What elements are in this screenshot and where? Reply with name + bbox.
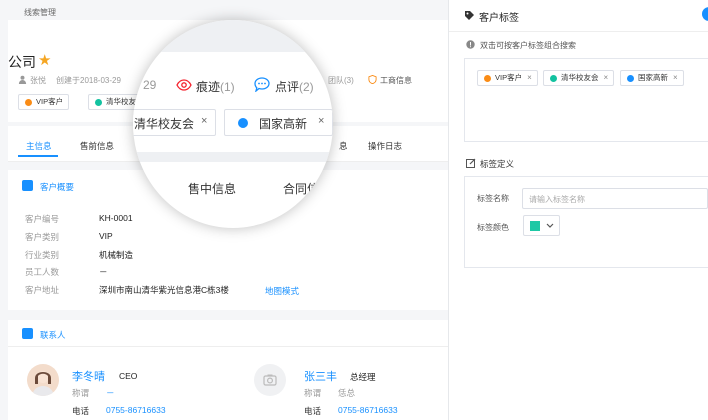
tag-icon xyxy=(465,11,474,20)
field-value: VIP xyxy=(99,231,113,241)
field-label: 称谓 xyxy=(304,388,322,398)
camera-icon xyxy=(263,374,277,386)
customer-detail-page: 线索管理 公司 ★ 张悦 创建于2018-03-29 团队(3) 工商信息 VI… xyxy=(0,0,448,420)
field-label: 客户类别 xyxy=(25,232,60,242)
overview-title: 客户概要 xyxy=(40,182,75,192)
comment-link[interactable]: 点评(2) xyxy=(275,78,314,95)
tab-main-info[interactable]: 主信息 xyxy=(26,140,52,152)
chevron-down-icon xyxy=(546,223,554,228)
close-icon[interactable]: × xyxy=(673,73,678,82)
field-label: 员工人数 xyxy=(25,267,60,277)
divider xyxy=(449,31,708,32)
close-icon[interactable]: × xyxy=(604,73,609,82)
avatar-placeholder[interactable] xyxy=(254,364,286,396)
color-swatch xyxy=(530,221,540,231)
tag-color-dot xyxy=(95,99,102,106)
contact-role: CEO xyxy=(119,371,138,381)
breadcrumb[interactable]: 线索管理 xyxy=(24,7,56,18)
field-value: － xyxy=(99,267,108,277)
color-picker[interactable] xyxy=(523,215,560,236)
hint-text: 双击可按客户标签组合搜索 xyxy=(480,41,576,50)
tag-hightech-zoomed[interactable]: 国家高新 × xyxy=(224,109,333,136)
close-icon[interactable]: × xyxy=(527,73,532,82)
star-icon[interactable]: ★ xyxy=(38,51,51,69)
field-label: 电话 xyxy=(72,406,90,416)
name-label: 标签名称 xyxy=(477,194,509,203)
customer-tags-panel: 客户标签 双击可按客户标签组合搜索 VIP客户 × 清华校友会 × 国家高新 × 标签… xyxy=(448,0,708,420)
tab-contract[interactable]: 息 xyxy=(339,140,348,152)
phone-link[interactable]: 0755-86716633 xyxy=(338,405,398,415)
field-value: 深圳市南山清华紫光信息港C栋3楼 xyxy=(99,285,229,295)
tag-hightech[interactable]: 国家高新 × xyxy=(620,70,684,86)
field-value: 机械制造 xyxy=(99,250,134,260)
tag-color-dot xyxy=(550,75,557,82)
field-value: KH-0001 xyxy=(99,213,133,223)
tag-color-dot xyxy=(25,99,32,106)
trace-link[interactable]: 痕迹(1) xyxy=(196,78,235,95)
phone-link[interactable]: 0755-86716633 xyxy=(106,405,166,415)
user-icon xyxy=(18,75,27,84)
tab-contract-zoomed[interactable]: 合同信 xyxy=(283,180,319,197)
define-title: 标签定义 xyxy=(480,159,515,169)
field-value: － xyxy=(106,388,115,398)
comment-icon xyxy=(254,77,270,92)
active-tab-indicator xyxy=(18,155,58,157)
contact-name[interactable]: 张三丰 xyxy=(304,368,337,384)
close-icon[interactable]: × xyxy=(201,115,207,127)
tag-alumni-zoomed[interactable]: 清华校友会 × xyxy=(133,109,216,136)
owner-info: 张悦 xyxy=(18,75,46,86)
business-info-link[interactable]: 工商信息 xyxy=(368,75,412,86)
panel-title: 客户标签 xyxy=(479,13,519,24)
lens-count: 29 xyxy=(143,78,157,92)
info-icon xyxy=(466,40,475,49)
tag-vip[interactable]: VIP客户 xyxy=(18,94,70,110)
created-date: 创建于2018-03-29 xyxy=(56,76,121,85)
contact-role: 总经理 xyxy=(350,372,376,382)
field-label: 电话 xyxy=(304,406,322,416)
edit-icon xyxy=(466,158,476,168)
magnifier-lens: 29 痕迹(1) 点评(2) 清华校友会 × 国家高新 × 售中信息 合同信 xyxy=(133,20,333,228)
tag-alumni[interactable]: 清华校友会 × xyxy=(543,70,615,86)
field-value: 恁总 xyxy=(338,388,356,398)
map-mode-link[interactable]: 地图模式 xyxy=(265,285,299,297)
tag-color-dot xyxy=(627,75,634,82)
avatar[interactable] xyxy=(27,364,59,396)
person-photo-icon xyxy=(32,371,54,396)
lens-band xyxy=(133,152,333,162)
tag-color-dot xyxy=(484,75,491,82)
contact-name[interactable]: 李冬晴 xyxy=(72,368,105,384)
tab-insales[interactable]: 售中信息 xyxy=(188,180,236,197)
field-label: 客户地址 xyxy=(25,285,60,295)
page-title: 公司 xyxy=(8,54,36,70)
field-label: 客户编号 xyxy=(25,214,60,224)
tag-name-input[interactable]: 请输入标签名称 xyxy=(522,188,708,209)
tab-presales[interactable]: 售前信息 xyxy=(80,140,114,152)
divider xyxy=(8,346,448,347)
team-count[interactable]: 团队(3) xyxy=(328,75,354,86)
overview-icon xyxy=(22,180,33,191)
field-label: 称谓 xyxy=(72,388,90,398)
close-icon[interactable]: × xyxy=(318,115,324,127)
tab-operation-log[interactable]: 操作日志 xyxy=(368,140,402,152)
lens-band xyxy=(133,20,333,52)
contacts-icon xyxy=(22,328,33,339)
field-label: 行业类别 xyxy=(25,250,60,260)
tag-vip[interactable]: VIP客户 × xyxy=(477,70,538,86)
close-panel-button[interactable] xyxy=(702,7,708,21)
contacts-title: 联系人 xyxy=(40,330,66,340)
shield-icon xyxy=(368,75,377,84)
color-label: 标签颜色 xyxy=(477,223,509,232)
tag-color-dot xyxy=(238,118,248,128)
eye-icon xyxy=(176,79,192,91)
